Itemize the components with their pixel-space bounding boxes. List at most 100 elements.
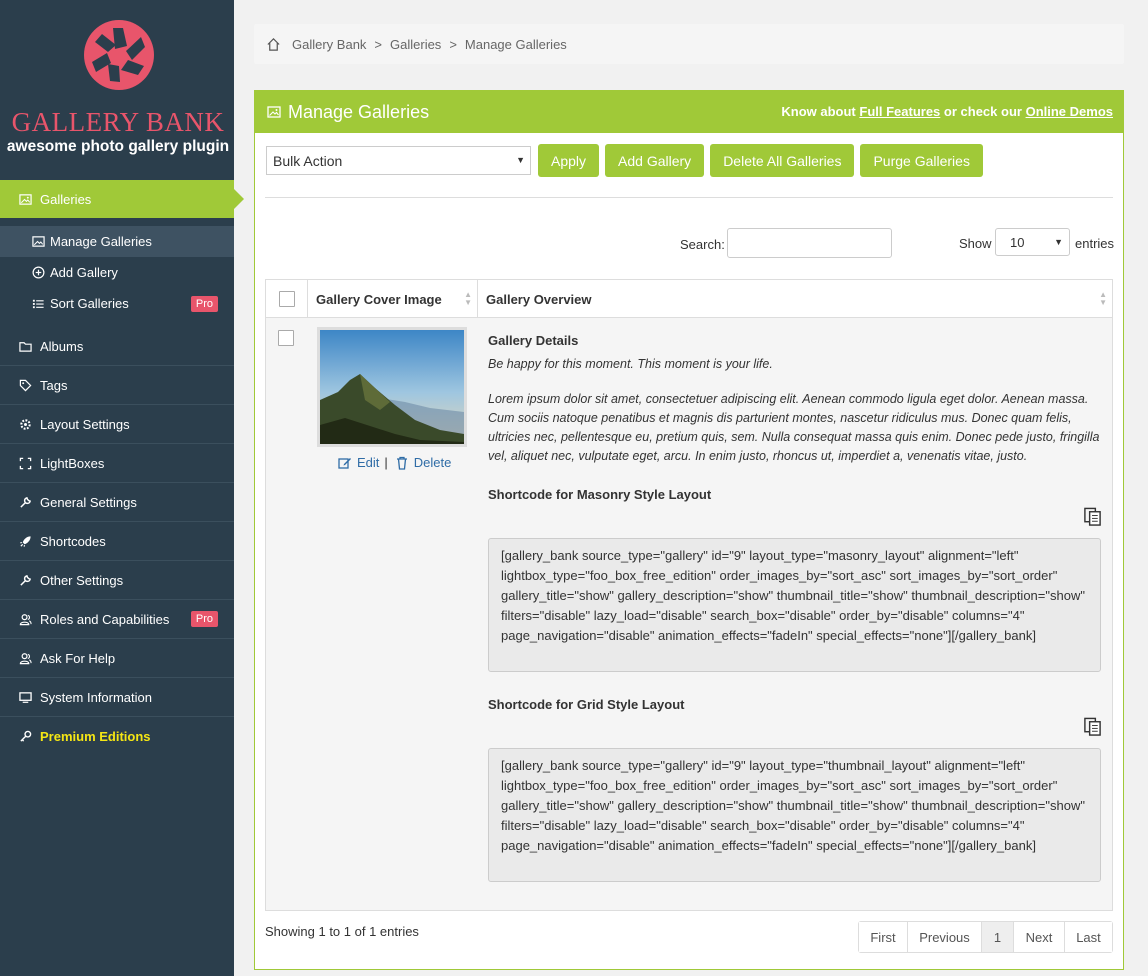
- sidebar-item-label: Shortcodes: [40, 533, 106, 549]
- sidebar-subitem-label: Manage Galleries: [50, 234, 152, 249]
- sidebar-item-premium-editions[interactable]: Premium Editions: [0, 717, 234, 756]
- sidebar-subitem-add-gallery[interactable]: Add Gallery: [0, 257, 234, 288]
- manage-galleries-panel: Manage Galleries Know about Full Feature…: [254, 90, 1124, 970]
- action-separator: |: [384, 455, 388, 470]
- page-first-button[interactable]: First: [859, 922, 908, 952]
- edit-link[interactable]: Edit: [357, 455, 379, 470]
- copy-icon[interactable]: [1083, 717, 1102, 736]
- bulk-action-select[interactable]: Bulk Action ▼: [266, 146, 531, 175]
- row-actions: Edit | Delete: [338, 455, 451, 470]
- sidebar-item-tags[interactable]: Tags: [0, 366, 234, 405]
- links-prefix: Know about: [781, 104, 856, 119]
- brand-logo: GALLERY BANK awesome photo gallery plugi…: [0, 0, 234, 180]
- gallery-tagline: Be happy for this moment. This moment is…: [488, 357, 773, 371]
- key-icon: [18, 730, 32, 744]
- users-icon: [18, 651, 32, 665]
- apply-button[interactable]: Apply: [538, 144, 600, 177]
- page-last-button[interactable]: Last: [1065, 922, 1112, 952]
- tag-icon: [18, 378, 32, 392]
- masonry-shortcode-box[interactable]: [gallery_bank source_type="gallery" id="…: [488, 538, 1101, 672]
- wrench-icon: [18, 495, 32, 509]
- expand-icon: [18, 456, 32, 470]
- sidebar-item-roles-capabilities[interactable]: Roles and Capabilities Pro: [0, 600, 234, 639]
- breadcrumb-separator: >: [374, 36, 383, 52]
- grid-shortcode-title: Shortcode for Grid Style Layout: [488, 697, 685, 712]
- entries-label: entries: [1075, 236, 1115, 251]
- sidebar-item-label: Other Settings: [40, 572, 124, 588]
- search-label: Search:: [680, 237, 725, 252]
- aperture-icon: [84, 20, 154, 90]
- home-icon[interactable]: [266, 37, 281, 52]
- sidebar-item-label: General Settings: [40, 494, 137, 510]
- table-header: Gallery Cover Image ▲ ▼ Gallery Overview …: [266, 280, 1112, 318]
- grid-shortcode-box[interactable]: [gallery_bank source_type="gallery" id="…: [488, 748, 1101, 882]
- sidebar-item-label: Layout Settings: [40, 416, 130, 432]
- sidebar-item-label: Galleries: [40, 191, 92, 207]
- sidebar-subitem-manage-galleries[interactable]: Manage Galleries: [0, 226, 234, 257]
- full-features-link[interactable]: Full Features: [859, 104, 940, 119]
- table-row: Edit | Delete Gallery Details Be happy f…: [266, 318, 1112, 910]
- sidebar-item-lightboxes[interactable]: LightBoxes: [0, 444, 234, 483]
- column-header-label: Gallery Overview: [486, 291, 592, 307]
- bulk-action-value: Bulk Action: [273, 152, 343, 169]
- wrench-icon: [18, 573, 32, 587]
- sidebar-item-label: Albums: [40, 338, 84, 354]
- sidebar-item-system-information[interactable]: System Information: [0, 678, 234, 717]
- sidebar-item-label: Tags: [40, 377, 68, 393]
- sidebar-subitem-label: Sort Galleries: [50, 296, 129, 311]
- copy-icon[interactable]: [1083, 507, 1102, 526]
- page-next-button[interactable]: Next: [1014, 922, 1065, 952]
- entries-per-page-select[interactable]: 10 ▼: [995, 228, 1070, 256]
- page-previous-button[interactable]: Previous: [908, 922, 982, 952]
- breadcrumb-item-current: Manage Galleries: [464, 36, 567, 52]
- sidebar-subitem-label: Add Gallery: [50, 265, 118, 280]
- breadcrumb-item[interactable]: Gallery Bank: [292, 37, 366, 52]
- delete-all-galleries-button[interactable]: Delete All Galleries: [710, 144, 855, 177]
- row-checkbox[interactable]: [278, 330, 294, 346]
- gallery-description: Lorem ipsum dolor sit amet, consectetuer…: [488, 392, 1100, 463]
- column-header-cover-image[interactable]: Gallery Cover Image ▲ ▼: [308, 280, 477, 318]
- sidebar-item-label: System Information: [40, 689, 152, 705]
- online-demos-link[interactable]: Online Demos: [1026, 104, 1113, 119]
- purge-galleries-button[interactable]: Purge Galleries: [860, 144, 983, 177]
- panel-header: Manage Galleries Know about Full Feature…: [255, 91, 1123, 133]
- select-all-checkbox[interactable]: [278, 291, 295, 307]
- breadcrumb-separator: >: [449, 36, 457, 52]
- gallery-cover-image[interactable]: [317, 327, 467, 447]
- add-gallery-button[interactable]: Add Gallery: [605, 144, 705, 177]
- image-icon: [267, 106, 281, 118]
- trash-icon: [396, 456, 407, 470]
- sidebar-item-general-settings[interactable]: General Settings: [0, 483, 234, 522]
- sidebar-item-ask-for-help[interactable]: Ask For Help: [0, 639, 234, 678]
- monitor-icon: [18, 690, 32, 704]
- search-input[interactable]: [727, 228, 892, 258]
- breadcrumb-item[interactable]: Galleries: [390, 37, 441, 52]
- sidebar-item-other-settings[interactable]: Other Settings: [0, 561, 234, 600]
- sidebar-item-label: Premium Editions: [40, 729, 151, 744]
- sidebar-item-label: Ask For Help: [40, 650, 116, 666]
- sidebar: GALLERY BANK awesome photo gallery plugi…: [0, 0, 244, 976]
- show-label: Show: [959, 236, 992, 251]
- mountain-photo: [320, 330, 464, 444]
- rocket-icon: [18, 534, 32, 548]
- gallery-details-title: Gallery Details: [488, 333, 579, 348]
- users-icon: [18, 612, 32, 626]
- divider: [265, 197, 1113, 198]
- page-1-button[interactable]: 1: [982, 922, 1014, 952]
- toolbar: Bulk Action ▼ Apply Add Gallery Delete A…: [266, 144, 989, 177]
- image-icon: [31, 235, 45, 249]
- delete-link[interactable]: Delete: [414, 455, 452, 470]
- caret-down-icon: ▼: [516, 155, 525, 165]
- pagination: First Previous 1 Next Last: [858, 921, 1113, 953]
- sort-icon: ▲ ▼: [1099, 290, 1107, 307]
- sidebar-item-layout-settings[interactable]: Layout Settings: [0, 405, 234, 444]
- breadcrumb: Gallery Bank > Galleries > Manage Galler…: [254, 24, 1124, 64]
- sidebar-item-shortcodes[interactable]: Shortcodes: [0, 522, 234, 561]
- sidebar-subitem-sort-galleries[interactable]: Sort Galleries Pro: [0, 288, 234, 319]
- column-header-overview[interactable]: Gallery Overview ▲ ▼: [478, 280, 1112, 318]
- sidebar-item-label: LightBoxes: [40, 455, 105, 471]
- sidebar-item-galleries[interactable]: Galleries: [0, 180, 244, 218]
- plus-circle-icon: [31, 266, 45, 280]
- panel-links: Know about Full Features or check our On…: [781, 104, 1113, 119]
- sidebar-item-albums[interactable]: Albums: [0, 327, 234, 366]
